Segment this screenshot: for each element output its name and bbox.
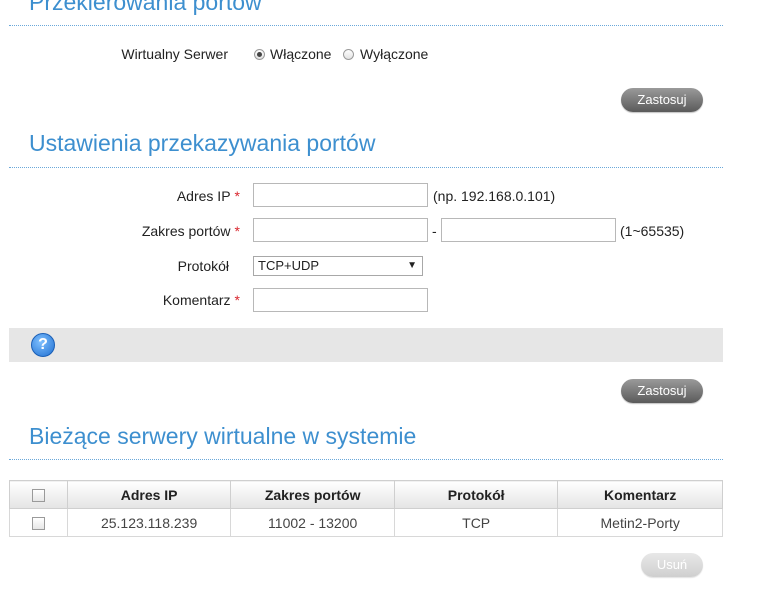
- port-range-from-input[interactable]: [253, 218, 428, 242]
- comment-label-text: Komentarz: [162, 292, 231, 308]
- section-title-port-forward: Ustawienia przekazywania portów: [29, 130, 376, 156]
- comment-label: Komentarz *: [100, 292, 240, 308]
- port-range-label-text: Zakres portów: [141, 223, 231, 239]
- select-all-checkbox[interactable]: [31, 489, 45, 503]
- section-title-current-servers: Bieżące serwery wirtualne w systemie: [29, 423, 417, 449]
- row-ip-address: 25.123.118.239: [66, 508, 232, 537]
- section-divider: [9, 459, 723, 460]
- ip-address-label-text: Adres IP: [176, 188, 231, 204]
- virtual-server-off-radio[interactable]: [343, 49, 354, 60]
- section-title-port-redirect: Przekierowania portów: [29, 0, 262, 15]
- protocol-selected-value: TCP+UDP: [258, 258, 320, 273]
- header-comment: Komentarz: [557, 480, 723, 509]
- row-select-cell: [9, 508, 68, 537]
- port-range-hint: (1~65535): [620, 223, 685, 239]
- row-port-range: 11002 - 13200: [230, 508, 395, 537]
- port-range-to-input[interactable]: [441, 218, 616, 242]
- row-comment: Metin2-Porty: [557, 508, 723, 537]
- row-protocol: TCP: [393, 508, 559, 537]
- ip-address-input[interactable]: [253, 183, 428, 207]
- required-mark: *: [234, 188, 240, 204]
- select-all-cell: [9, 480, 68, 509]
- apply-port-forward-button[interactable]: Zastosuj: [621, 379, 703, 403]
- table-row: 25.123.118.239 11002 - 13200 TCP Metin2-…: [9, 508, 723, 537]
- row-checkbox[interactable]: [31, 517, 45, 531]
- required-mark: *: [234, 223, 240, 239]
- header-port-range: Zakres portów: [230, 480, 395, 509]
- virtual-server-label: Wirtualny Serwer: [121, 46, 228, 62]
- ip-address-label: Adres IP *: [100, 188, 240, 204]
- protocol-select[interactable]: TCP+UDP ▼: [253, 256, 423, 276]
- virtual-servers-table: Adres IP Zakres portów Protokół Komentar…: [9, 480, 723, 537]
- comment-input[interactable]: [253, 288, 428, 312]
- virtual-server-on-radio[interactable]: [254, 49, 265, 60]
- protocol-label: Protokół: [177, 258, 229, 274]
- apply-virtual-server-button[interactable]: Zastosuj: [621, 88, 703, 112]
- required-mark: *: [234, 292, 240, 308]
- header-protocol: Protokół: [393, 480, 559, 509]
- port-range-label: Zakres portów *: [100, 223, 240, 239]
- virtual-server-off-label[interactable]: Wyłączone: [360, 46, 428, 62]
- delete-button[interactable]: Usuń: [641, 553, 703, 577]
- section-divider: [9, 167, 723, 168]
- help-icon[interactable]: ?: [31, 333, 55, 357]
- ip-address-hint: (np. 192.168.0.101): [433, 188, 556, 204]
- table-header-row: Adres IP Zakres portów Protokół Komentar…: [9, 480, 723, 509]
- header-ip-address: Adres IP: [66, 480, 232, 509]
- section-divider: [9, 25, 723, 26]
- port-range-separator: -: [432, 223, 437, 239]
- help-bar: ?: [9, 328, 723, 362]
- dropdown-arrow-icon: ▼: [407, 260, 417, 271]
- virtual-server-on-label[interactable]: Włączone: [270, 46, 331, 62]
